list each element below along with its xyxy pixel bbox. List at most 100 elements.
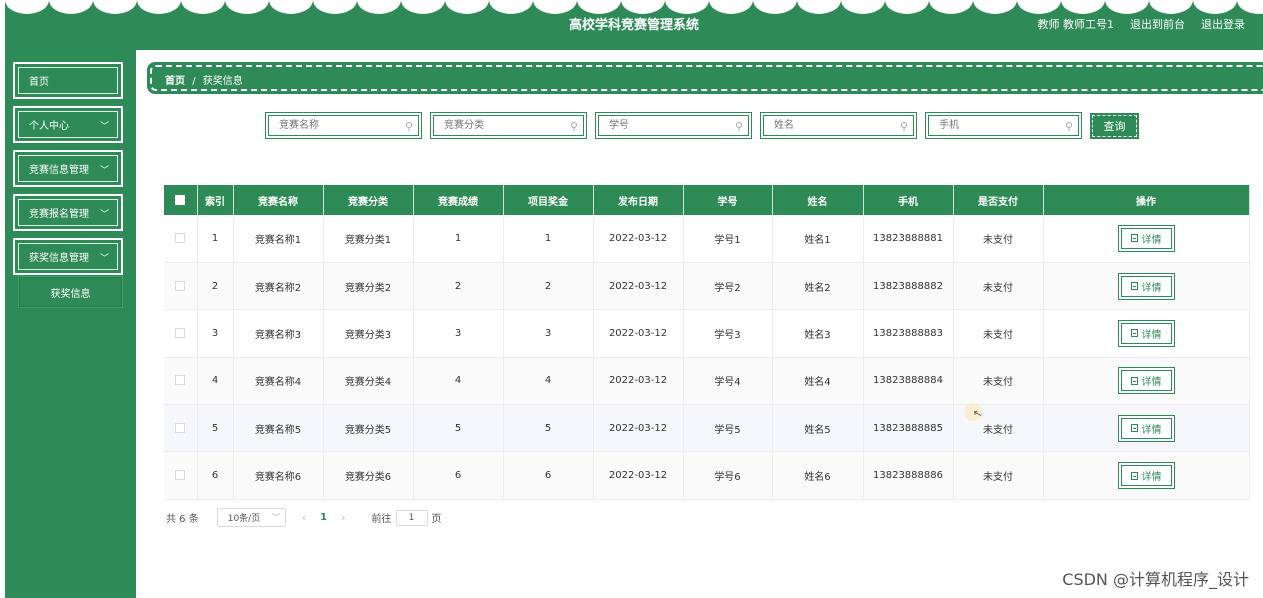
table-row: 1 竞赛名称1 竞赛分类1 1 1 2022-03-12 学号1 姓名1 13823888881… [164, 215, 1250, 263]
search-competition-name: ⚲ [265, 112, 422, 139]
detail-button[interactable]: 详情 [1117, 319, 1175, 347]
table-cell: 竞赛分类5 [323, 404, 414, 453]
detail-button[interactable]: 详情 [1117, 272, 1175, 300]
table-cell: 1 [503, 215, 594, 263]
sidebar-item-personal-center[interactable]: 个人中心 ﹀ [13, 106, 123, 143]
table-cell: 5 [503, 404, 594, 453]
page-size-select[interactable]: 10条/页 ﹀ [216, 508, 286, 527]
sidebar-item-competition-signup[interactable]: 竞赛报名管理 ﹀ [13, 194, 123, 231]
table-cell: 2022-03-12 [593, 215, 684, 263]
action-cell: 详情 [1043, 309, 1250, 358]
phone-input[interactable] [929, 116, 1078, 135]
table-cell: 学号2 [683, 262, 773, 311]
table-cell: 6 [413, 451, 504, 500]
award-table: 索引 竞赛名称 竞赛分类 竞赛成绩 项目奖金 发布日期 学号 姓名 手机 是否支… [164, 185, 1250, 500]
sidebar-subitem-award[interactable]: 获奖信息 [18, 276, 123, 308]
search-icon: ⚲ [734, 120, 743, 133]
column-header: 姓名 [772, 185, 864, 215]
action-cell: 详情 [1043, 404, 1250, 453]
column-header: 索引 [197, 185, 234, 215]
row-checkbox[interactable] [175, 375, 186, 386]
goto-label: 前往 [371, 514, 392, 525]
exit-to-front-link[interactable]: 退出到前台 [1130, 16, 1185, 32]
search-competition-category: ⚲ [430, 112, 587, 139]
detail-button[interactable]: 详情 [1117, 414, 1175, 442]
row-checkbox[interactable] [175, 327, 186, 338]
row-checkbox[interactable] [175, 232, 186, 243]
document-icon [1130, 329, 1138, 338]
table-cell: 竞赛名称5 [233, 404, 324, 453]
row-select-cell [164, 451, 198, 500]
action-cell: 详情 [1043, 215, 1250, 263]
goto-page-input[interactable]: 1 [395, 509, 428, 526]
row-select-cell [164, 215, 198, 263]
table-cell: 姓名5 [772, 404, 864, 453]
column-header: 竞赛成绩 [413, 185, 504, 215]
row-checkbox[interactable] [175, 280, 186, 291]
column-header: 发布日期 [593, 185, 684, 215]
table-cell: 2022-03-12 [593, 404, 684, 453]
sidebar-item-competition-info[interactable]: 竞赛信息管理 ﹀ [13, 150, 123, 187]
detail-button-label: 详情 [1141, 329, 1162, 341]
table-cell: 1 [413, 215, 504, 263]
table-cell: 未支付 [953, 451, 1044, 500]
document-icon [1130, 282, 1138, 291]
table-cell: 姓名2 [772, 262, 864, 311]
table-cell: 竞赛分类4 [323, 357, 414, 406]
table-row: 4 竞赛名称4 竞赛分类4 4 4 2022-03-12 学号4 姓名4 13823888884… [164, 357, 1250, 406]
detail-button[interactable]: 详情 [1117, 462, 1175, 490]
breadcrumb-home[interactable]: 首页 [165, 76, 185, 87]
select-all-checkbox[interactable] [175, 194, 186, 205]
action-cell: 详情 [1043, 357, 1250, 406]
column-header: 竞赛分类 [323, 185, 414, 215]
logout-link[interactable]: 退出登录 [1201, 16, 1245, 32]
table-cell: 3 [197, 309, 234, 358]
table-cell: 2022-03-12 [593, 357, 684, 406]
table-row: 5 竞赛名称5 竞赛分类5 5 5 2022-03-12 学号5 姓名5 13823888885… [164, 404, 1250, 453]
detail-button[interactable]: 详情 [1117, 367, 1175, 395]
table-cell: 学号5 [683, 404, 773, 453]
header-actions: 教师 教师工号1 退出到前台 退出登录 [1038, 16, 1246, 32]
detail-button-label: 详情 [1141, 472, 1162, 484]
sidebar-item-home[interactable]: 首页 [13, 62, 123, 99]
sidebar-item-award-info[interactable]: 获奖信息管理 ﹀ [13, 238, 123, 275]
goto-suffix: 页 [431, 514, 442, 525]
detail-button-label: 详情 [1141, 234, 1162, 246]
table-cell: 竞赛名称6 [233, 451, 324, 500]
table-cell: 学号4 [683, 357, 773, 406]
column-header: 学号 [683, 185, 773, 215]
table-cell: 竞赛名称2 [233, 262, 324, 311]
table-cell: 未支付 [953, 262, 1044, 311]
table-cell: 未支付 [953, 309, 1044, 358]
competition-category-input[interactable] [434, 116, 583, 135]
detail-button[interactable]: 详情 [1117, 224, 1175, 252]
table-cell: 13823888885 [863, 404, 954, 453]
table-cell: 1 [197, 215, 234, 263]
column-header: 项目奖金 [503, 185, 594, 215]
student-id-input[interactable] [599, 116, 748, 135]
sidebar-item-label: 竞赛报名管理 [29, 209, 89, 220]
query-button[interactable]: 查询 [1090, 113, 1139, 139]
chevron-down-icon: ﹀ [271, 513, 280, 522]
table-row: 2 竞赛名称2 竞赛分类2 2 2 2022-03-12 学号2 姓名2 13823888882… [164, 262, 1250, 311]
row-checkbox[interactable] [175, 422, 186, 433]
document-icon [1130, 424, 1138, 433]
prev-page-icon[interactable]: ‹ [302, 511, 306, 524]
name-input[interactable] [764, 116, 913, 135]
table-cell: 13823888886 [863, 451, 954, 500]
document-icon [1130, 234, 1138, 243]
search-student-id: ⚲ [595, 112, 752, 139]
table-cell: 学号6 [683, 451, 773, 500]
table-cell: 13823888884 [863, 357, 954, 406]
action-cell: 详情 [1043, 262, 1250, 311]
next-page-icon[interactable]: › [341, 511, 345, 524]
row-checkbox[interactable] [175, 470, 186, 481]
breadcrumb-separator: / [192, 76, 196, 87]
user-label: 教师 教师工号1 [1037, 18, 1115, 31]
table-row: 3 竞赛名称3 竞赛分类3 3 3 2022-03-12 学号3 姓名3 13823888883… [164, 309, 1250, 358]
select-all-cell [164, 185, 198, 215]
table-cell: 2 [413, 262, 504, 311]
table-cell: 4 [413, 357, 504, 406]
page-number-current[interactable]: 1 [320, 512, 327, 523]
competition-name-input[interactable] [269, 116, 418, 135]
